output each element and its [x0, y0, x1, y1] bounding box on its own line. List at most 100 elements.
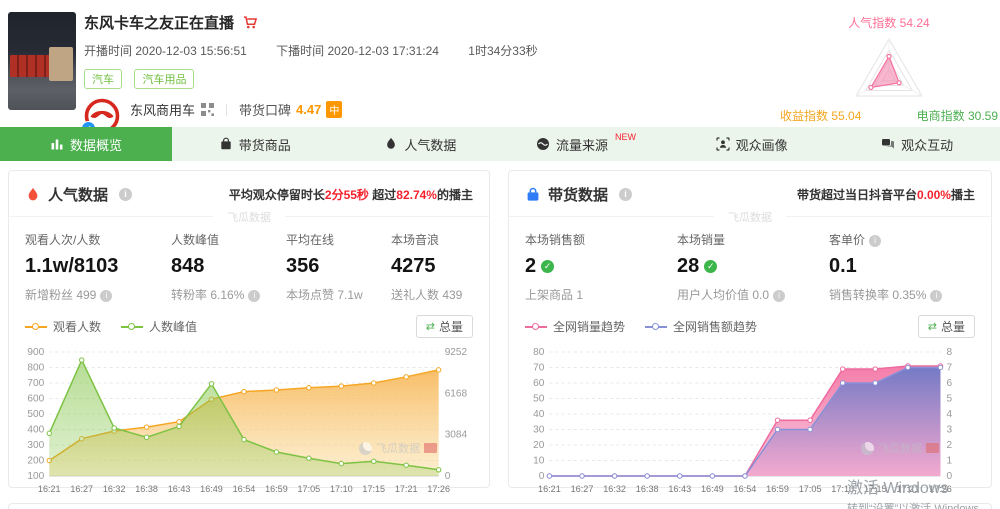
- popularity-chart[interactable]: 1002003004005006007008009000308461689252…: [17, 342, 479, 500]
- reputation-label: 带货口碑: [239, 100, 291, 119]
- svg-text:16:59: 16:59: [265, 484, 288, 494]
- total-toggle-button[interactable]: ⇄ 总量: [918, 315, 975, 338]
- live-thumbnail[interactable]: [8, 12, 76, 110]
- svg-text:17:15: 17:15: [864, 484, 887, 494]
- stat-viewers: 观看人次/人数 1.1w/8103 新增粉丝 499i: [25, 231, 171, 303]
- svg-text:17:10: 17:10: [831, 484, 854, 494]
- svg-text:17:26: 17:26: [427, 484, 450, 494]
- svg-text:16:54: 16:54: [233, 484, 256, 494]
- svg-text:16:59: 16:59: [766, 484, 789, 494]
- sales-panel: 带货数据 i 带货超过当日抖音平台0.00%播主 飞瓜数据 本场销售额 2✓ 上…: [508, 170, 992, 488]
- svg-text:400: 400: [27, 425, 44, 436]
- bag-icon: [525, 187, 541, 203]
- new-badge: NEW: [615, 132, 636, 142]
- svg-text:4: 4: [947, 409, 953, 420]
- info-icon[interactable]: i: [248, 290, 260, 302]
- brand-name[interactable]: 东风商用车: [130, 100, 195, 119]
- svg-text:900: 900: [27, 347, 44, 358]
- flame-icon: [25, 187, 41, 203]
- duration: 1时34分33秒: [468, 44, 537, 58]
- stat-sales-amount: 本场销售额 2✓ 上架商品 1: [525, 231, 677, 303]
- divider: 飞瓜数据: [9, 216, 489, 217]
- legend-sales-volume[interactable]: 全网销量趋势: [525, 318, 625, 335]
- svg-text:80: 80: [533, 347, 545, 358]
- qr-code-icon[interactable]: [201, 103, 214, 116]
- info-icon[interactable]: i: [100, 290, 112, 302]
- tab-data-overview[interactable]: 数据概览: [0, 127, 172, 161]
- svg-text:200: 200: [27, 456, 44, 467]
- svg-text:1: 1: [947, 456, 953, 467]
- svg-text:300: 300: [27, 440, 44, 451]
- svg-text:16:27: 16:27: [70, 484, 93, 494]
- info-icon[interactable]: i: [930, 290, 942, 302]
- flame-icon: [384, 137, 398, 151]
- svg-text:600: 600: [27, 394, 44, 405]
- category-tag-auto-parts[interactable]: 汽车用品: [134, 69, 194, 89]
- svg-text:9252: 9252: [445, 347, 468, 358]
- svg-text:6: 6: [947, 378, 953, 389]
- live-header: 东风卡车之友正在直播 开播时间 2020-12-03 15:56:51 下播时间…: [84, 12, 765, 144]
- svg-text:16:32: 16:32: [103, 484, 126, 494]
- bag-icon: [219, 137, 233, 151]
- popularity-index: 人气指数 54.24: [778, 14, 1000, 31]
- tab-audience-profile[interactable]: 观众画像: [669, 127, 835, 161]
- tab-audience-interaction[interactable]: 观众互动: [834, 127, 1000, 161]
- start-time-label: 开播时间: [84, 44, 132, 58]
- legend-peak[interactable]: 人数峰值: [121, 318, 197, 335]
- tab-traffic-source[interactable]: 流量来源NEW: [503, 127, 669, 161]
- thumbnail-truck: [49, 47, 73, 80]
- svg-text:60: 60: [533, 378, 545, 389]
- legend-sales-amount[interactable]: 全网销售额趋势: [645, 318, 757, 335]
- svg-text:100: 100: [27, 471, 44, 482]
- svg-text:70: 70: [533, 363, 545, 374]
- divider: 飞瓜数据: [509, 216, 991, 217]
- info-icon[interactable]: i: [773, 290, 785, 302]
- legend-marker: [645, 322, 667, 331]
- chat-icon: [881, 137, 895, 151]
- audience-icon: [716, 137, 730, 151]
- legend-marker: [25, 322, 47, 331]
- svg-text:7: 7: [947, 363, 953, 374]
- category-tag-auto[interactable]: 汽车: [84, 69, 122, 89]
- popularity-panel: 人气数据 i 平均观众停留时长2分55秒 超过82.74%的播主 飞瓜数据 观看…: [8, 170, 490, 488]
- svg-text:16:49: 16:49: [701, 484, 724, 494]
- divider: [226, 104, 227, 116]
- stat-coins: 本场音浪 4275 送礼人数 439: [391, 231, 462, 303]
- total-toggle-button[interactable]: ⇄ 总量: [416, 315, 473, 338]
- ecommerce-index: 电商指数 30.59: [917, 107, 998, 124]
- time-row: 开播时间 2020-12-03 15:56:51 下播时间 2020-12-03…: [84, 42, 765, 59]
- svg-text:500: 500: [27, 409, 44, 420]
- panel-title: 人气数据: [48, 184, 108, 205]
- cart-icon: [243, 15, 258, 30]
- panel-title: 带货数据: [548, 184, 608, 205]
- svg-text:3084: 3084: [445, 430, 468, 441]
- legend-marker: [525, 322, 547, 331]
- svg-text:800: 800: [27, 363, 44, 374]
- tab-products[interactable]: 带货商品: [172, 127, 338, 161]
- bar-chart-icon: [50, 137, 64, 151]
- stat-peak: 人数峰值 848 转粉率 6.16%i: [171, 231, 286, 303]
- svg-text:0: 0: [445, 471, 451, 482]
- svg-text:16:21: 16:21: [538, 484, 561, 494]
- start-time-value: 2020-12-03 15:56:51: [135, 44, 246, 58]
- tab-bar: 数据概览 带货商品 人气数据 流量来源NEW 观众画像: [0, 127, 1000, 161]
- info-icon[interactable]: i: [619, 188, 632, 201]
- svg-text:17:15: 17:15: [362, 484, 385, 494]
- live-title: 东风卡车之友正在直播: [84, 12, 234, 33]
- info-icon[interactable]: i: [119, 188, 132, 201]
- legend-marker: [121, 322, 143, 331]
- svg-text:16:21: 16:21: [38, 484, 61, 494]
- next-panel-edge: [8, 503, 992, 509]
- svg-text:6168: 6168: [445, 388, 468, 399]
- svg-text:16:38: 16:38: [636, 484, 659, 494]
- svg-text:3: 3: [947, 425, 953, 436]
- svg-text:16:49: 16:49: [200, 484, 223, 494]
- sales-chart[interactable]: 0102030405060708001234567816:2116:2716:3…: [517, 342, 981, 500]
- sales-note: 带货超过当日抖音平台0.00%播主: [797, 186, 975, 203]
- stat-avg-online: 平均在线 356 本场点赞 7.1w: [286, 231, 391, 303]
- svg-text:17:10: 17:10: [330, 484, 353, 494]
- tab-popularity[interactable]: 人气数据: [338, 127, 504, 161]
- info-icon[interactable]: i: [869, 235, 881, 247]
- legend-viewers[interactable]: 观看人数: [25, 318, 101, 335]
- svg-text:16:38: 16:38: [135, 484, 158, 494]
